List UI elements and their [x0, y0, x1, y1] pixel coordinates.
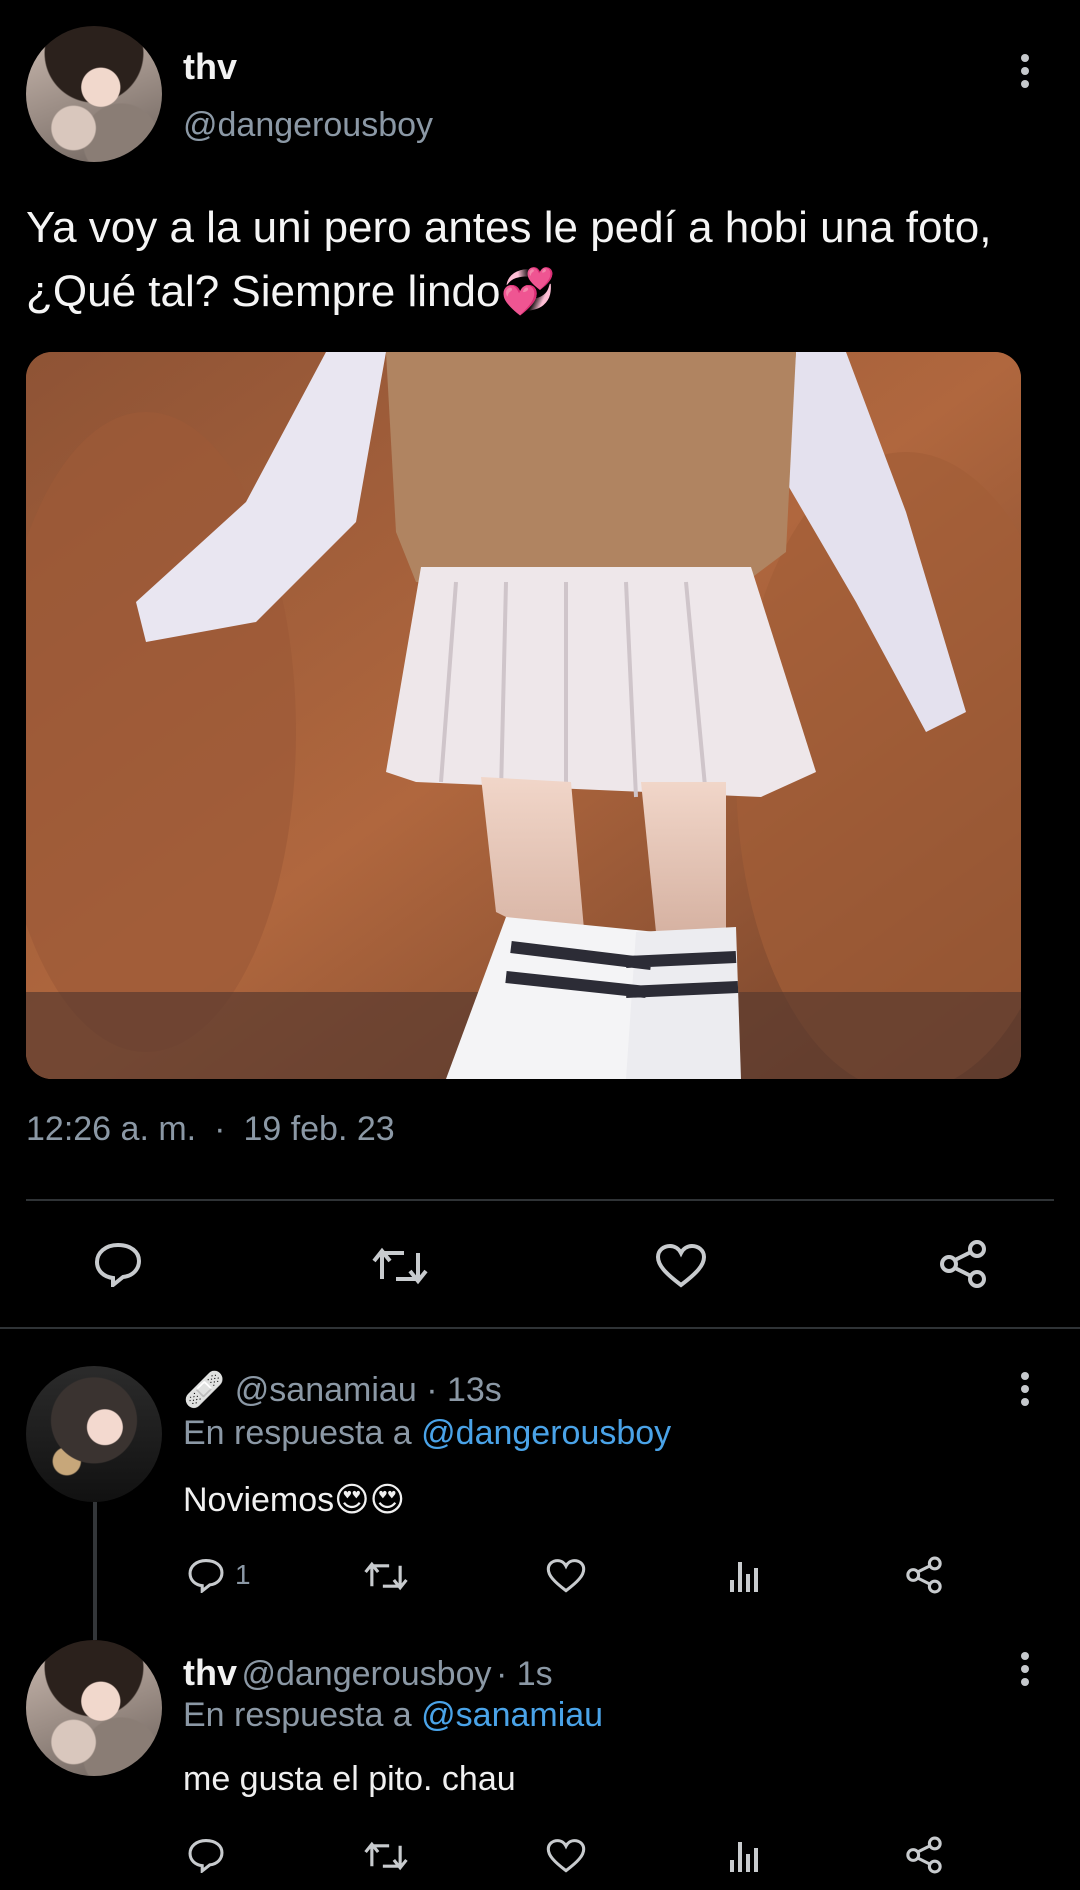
reply-button[interactable]	[93, 1241, 143, 1287]
share-icon	[906, 1556, 942, 1594]
reply2-context-handle[interactable]: @sanamiau	[421, 1696, 603, 1734]
reply1-text-words: Noviemos	[183, 1481, 335, 1519]
reply1-like-button[interactable]	[546, 1558, 586, 1594]
tweet-time: 12:26 a. m.	[26, 1110, 197, 1148]
reply2-more-icon[interactable]	[1019, 1652, 1031, 1691]
bandage-badge-icon: 🩹	[183, 1371, 226, 1409]
reply2-header: thv @dangerousboy · 1s	[183, 1652, 553, 1694]
reply2-like-button[interactable]	[546, 1838, 586, 1874]
author-avatar[interactable]	[26, 26, 162, 162]
reply1-retweet-button[interactable]	[364, 1559, 408, 1593]
heart-icon	[546, 1839, 586, 1873]
thread-line	[93, 1502, 97, 1640]
divider-top	[26, 1199, 1054, 1201]
retweet-button[interactable]	[372, 1245, 428, 1287]
tweet-photo[interactable]	[26, 352, 1021, 1079]
meta-separator: ·	[214, 1110, 226, 1148]
reply1-time: · 13s	[426, 1371, 502, 1409]
reply1-header: 🩹 @sanamiau · 13s	[183, 1370, 502, 1410]
reply-icon	[188, 1559, 224, 1593]
tweet-text: Ya voy a la uni pero antes le pedí a hob…	[26, 196, 1056, 324]
reply1-context-prefix: En respuesta a	[183, 1414, 412, 1452]
reply1-share-button[interactable]	[904, 1555, 944, 1595]
reply-icon	[188, 1839, 224, 1873]
photo-illustration	[26, 352, 1021, 1079]
tweet-timestamp[interactable]: 12:26 a. m. · 19 feb. 23	[26, 1110, 395, 1149]
tweet-text-line2: ¿Qué tal? Siempre lindo💞	[26, 260, 1056, 324]
tweet-text-line2-words: ¿Qué tal? Siempre lindo	[26, 267, 501, 316]
reply1-stats-button[interactable]	[728, 1558, 760, 1594]
author-handle[interactable]: @dangerousboy	[183, 106, 433, 145]
reply-icon	[94, 1242, 142, 1287]
stats-icon	[730, 1562, 758, 1592]
reply2-name[interactable]: thv	[183, 1652, 237, 1693]
heart-icon	[546, 1559, 586, 1593]
reply1-handle[interactable]: @sanamiau	[235, 1371, 417, 1409]
heart-icon	[655, 1243, 707, 1288]
tweet-emoji: 💞	[500, 267, 556, 316]
like-button[interactable]	[655, 1243, 707, 1289]
retweet-icon	[364, 1841, 408, 1871]
reply2-stats-button[interactable]	[728, 1838, 760, 1874]
reply2-reply-button[interactable]	[187, 1837, 225, 1873]
more-icon[interactable]	[1019, 54, 1031, 93]
share-icon	[940, 1240, 986, 1288]
retweet-icon	[372, 1247, 428, 1285]
tweet-text-line1: Ya voy a la uni pero antes le pedí a hob…	[26, 203, 992, 252]
reply2-context: En respuesta a @sanamiau	[183, 1696, 603, 1735]
reply2-text: me gusta el pito. chau	[183, 1760, 516, 1798]
share-button[interactable]	[937, 1239, 989, 1289]
tweet-date: 19 feb. 23	[243, 1110, 395, 1148]
reply1-emoji: 😍😍	[334, 1481, 406, 1519]
reply1-reply-button[interactable]: 1	[187, 1557, 251, 1593]
reply2-context-prefix: En respuesta a	[183, 1696, 412, 1734]
share-icon	[906, 1836, 942, 1874]
reply2-time: · 1s	[495, 1655, 553, 1693]
reply1-reply-count: 1	[235, 1559, 251, 1590]
reply1-more-icon[interactable]	[1019, 1372, 1031, 1411]
reply1-avatar[interactable]	[26, 1366, 162, 1502]
reply2-avatar[interactable]	[26, 1640, 162, 1776]
retweet-icon	[364, 1561, 408, 1591]
reply1-context-handle[interactable]: @dangerousboy	[421, 1414, 671, 1452]
reply2-retweet-button[interactable]	[364, 1839, 408, 1873]
divider-section	[0, 1327, 1080, 1329]
author-name[interactable]: thv	[183, 46, 237, 88]
reply1-text: Noviemos😍😍	[183, 1480, 405, 1520]
reply1-context: En respuesta a @dangerousboy	[183, 1414, 671, 1453]
stats-icon	[730, 1842, 758, 1872]
reply2-share-button[interactable]	[904, 1835, 944, 1875]
reply2-handle[interactable]: @dangerousboy	[241, 1655, 491, 1693]
